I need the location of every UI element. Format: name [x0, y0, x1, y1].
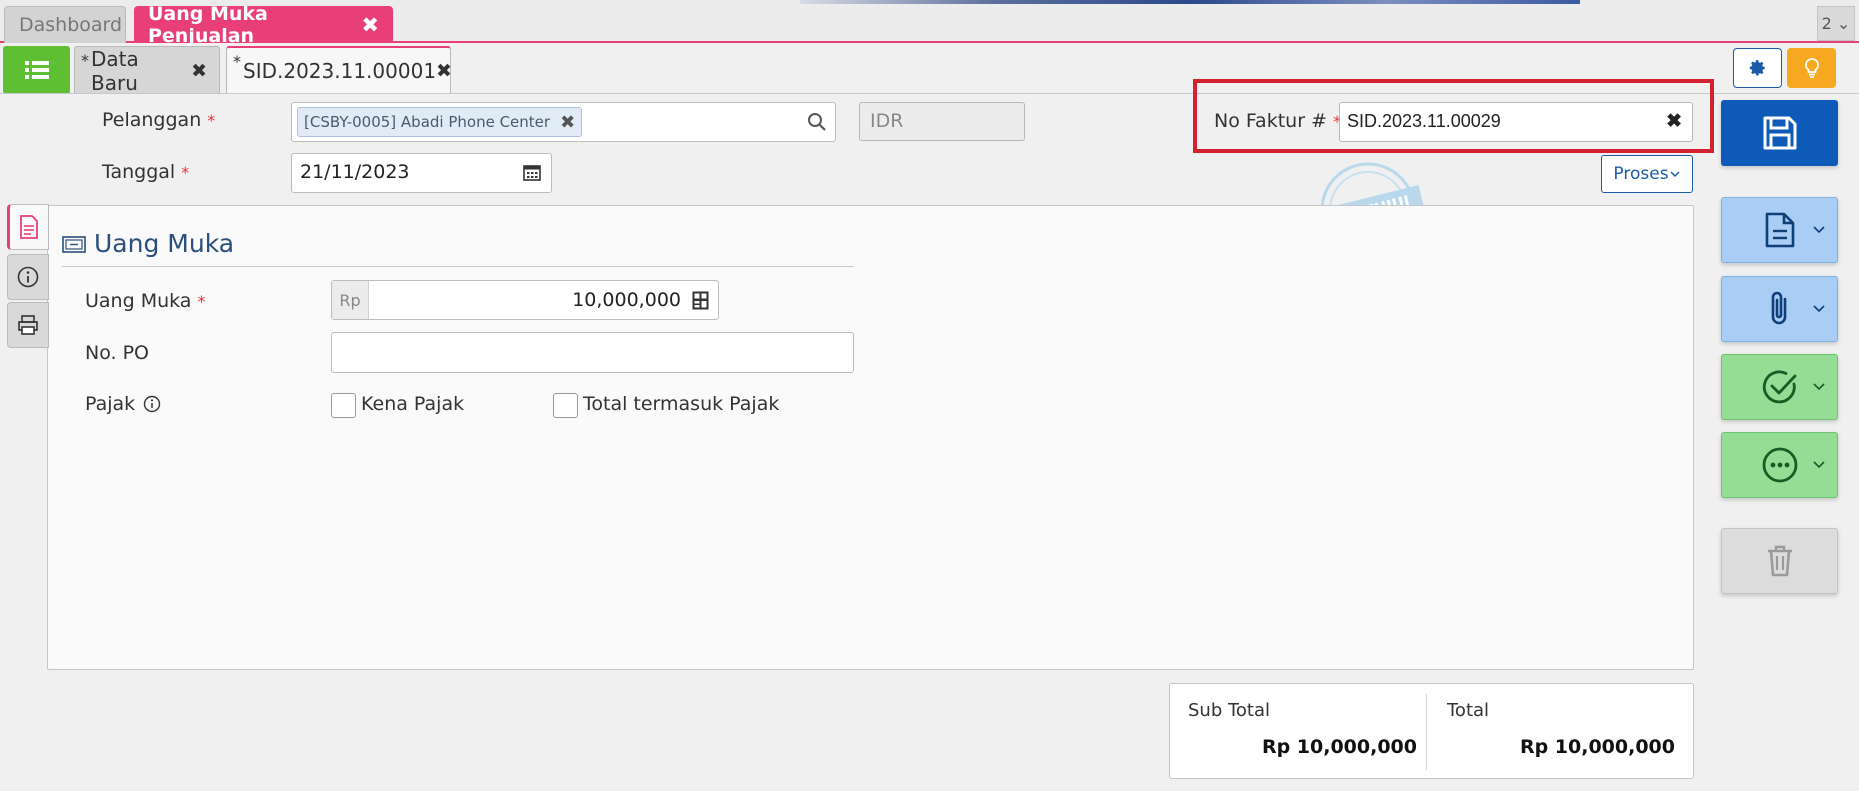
info-icon: [17, 266, 39, 288]
process-dropdown-button[interactable]: Proses: [1601, 155, 1693, 193]
info-icon[interactable]: [143, 395, 161, 413]
tab-sid-document[interactable]: * SID.2023.11.00001 ✖: [226, 46, 452, 94]
required-mark: *: [181, 163, 190, 182]
tab-dashboard-label: Dashboard: [19, 14, 123, 36]
down-payment-input[interactable]: Rp 10,000,000: [331, 280, 719, 320]
printer-icon: [18, 315, 38, 335]
tab-overflow-dropdown[interactable]: 2 ⌄: [1817, 6, 1855, 41]
header-decoration: [800, 0, 1580, 4]
tab-data-baru[interactable]: * Data Baru ✖: [74, 46, 220, 95]
process-button-label: Proses: [1613, 164, 1669, 184]
down-payment-value: 10,000,000: [572, 289, 681, 311]
document-icon: [1765, 212, 1794, 248]
section-divider: [62, 266, 854, 267]
gear-icon: [1749, 60, 1765, 76]
paperclip-icon: [1771, 291, 1786, 325]
unsaved-marker: *: [233, 52, 241, 71]
approve-menu-button[interactable]: [1721, 354, 1838, 420]
close-tab-icon[interactable]: ✖: [436, 60, 452, 82]
taxable-label: Kena Pajak: [361, 393, 465, 415]
chevron-down-icon: [1813, 383, 1825, 391]
customer-chip-label: [CSBY-0005] Abadi Phone Center: [304, 113, 551, 131]
invoice-number-input[interactable]: SID.2023.11.00029 ✖: [1339, 102, 1693, 142]
tab-dashboard[interactable]: Dashboard: [4, 6, 126, 43]
tips-button[interactable]: [1787, 48, 1836, 88]
chevron-down-icon: [1813, 461, 1825, 469]
remove-customer-icon[interactable]: ✖: [560, 112, 575, 133]
subtotal-value: Rp 10,000,000: [1261, 736, 1417, 758]
total-value: Rp 10,000,000: [1519, 736, 1675, 758]
close-tab-icon[interactable]: ✖: [361, 13, 379, 37]
subtotal-label: Sub Total: [1188, 700, 1271, 721]
document-menu-button[interactable]: [1721, 197, 1838, 263]
totals-box: Sub Total Rp 10,000,000 Total Rp 10,000,…: [1169, 683, 1694, 779]
chevron-down-icon: [1670, 171, 1680, 178]
calculator-icon[interactable]: [692, 291, 709, 310]
check-circle-icon: [1762, 370, 1796, 404]
main-panel: [47, 205, 1694, 670]
tab-active-label: Uang Muka Penjualan: [148, 2, 268, 47]
customer-chip: [CSBY-0005] Abadi Phone Center ✖: [297, 107, 583, 137]
totals-divider: [1426, 694, 1427, 770]
section-title-text: Uang Muka: [94, 229, 235, 258]
close-tab-icon[interactable]: ✖: [191, 60, 207, 82]
unsaved-marker: *: [81, 51, 89, 70]
save-button[interactable]: [1721, 100, 1838, 166]
currency-prefix: Rp: [332, 281, 369, 319]
tab-sid-document-label: SID.2023.11.00001: [243, 59, 437, 83]
trash-icon: [1767, 545, 1792, 577]
more-circle-icon: [1762, 447, 1797, 483]
settings-button[interactable]: [1733, 48, 1782, 88]
tax-included-checkbox[interactable]: [553, 393, 578, 418]
po-number-label-text: No. PO: [85, 342, 149, 364]
list-icon: [24, 61, 49, 79]
down-payment-label: Uang Muka *: [85, 290, 205, 312]
section-title: Uang Muka: [62, 229, 234, 258]
po-number-input[interactable]: [331, 332, 854, 373]
side-tab-info[interactable]: [7, 254, 49, 300]
chevron-down-icon: [1813, 305, 1825, 313]
side-tab-document[interactable]: [7, 204, 49, 250]
customer-label: Pelanggan *: [102, 109, 215, 131]
customer-label-text: Pelanggan: [102, 109, 202, 131]
list-view-button[interactable]: [3, 46, 70, 94]
invoice-number-label: No Faktur # *: [1214, 110, 1341, 132]
chevron-down-icon: [1813, 226, 1825, 234]
total-label: Total: [1447, 700, 1490, 721]
clear-invoice-icon[interactable]: ✖: [1666, 110, 1682, 133]
search-icon[interactable]: [807, 112, 827, 132]
po-number-label: No. PO: [85, 342, 149, 364]
date-input[interactable]: 21/11/2023: [291, 153, 552, 193]
money-icon: [62, 235, 86, 253]
invoice-number-value: SID.2023.11.00029: [1347, 111, 1501, 131]
document-icon: [20, 215, 38, 239]
date-label-text: Tanggal: [102, 161, 176, 183]
top-tab-bar: Dashboard Uang Muka Penjualan ✖ 2 ⌄: [0, 0, 1859, 47]
currency-field: IDR: [859, 102, 1025, 141]
attachment-menu-button[interactable]: [1721, 276, 1838, 342]
required-mark: *: [207, 111, 216, 130]
calendar-icon[interactable]: [523, 163, 541, 181]
more-actions-button[interactable]: [1721, 432, 1838, 498]
side-tab-printer[interactable]: [7, 302, 49, 348]
delete-button[interactable]: [1721, 528, 1838, 594]
date-label: Tanggal *: [102, 161, 189, 183]
customer-select[interactable]: [CSBY-0005] Abadi Phone Center ✖: [291, 102, 836, 142]
date-value: 21/11/2023: [300, 161, 410, 183]
invoice-number-label-text: No Faktur #: [1214, 110, 1327, 132]
tax-included-label: Total termasuk Pajak: [583, 393, 780, 415]
tab-data-baru-label: Data Baru: [91, 46, 139, 95]
lightbulb-icon: [1804, 58, 1819, 78]
down-payment-label-text: Uang Muka: [85, 290, 192, 312]
taxable-checkbox[interactable]: [331, 393, 356, 418]
tax-label-text: Pajak: [85, 393, 136, 415]
save-icon: [1763, 116, 1796, 150]
required-mark: *: [197, 291, 206, 311]
tab-uang-muka-penjualan[interactable]: Uang Muka Penjualan ✖: [134, 3, 393, 47]
tax-label: Pajak: [85, 393, 161, 415]
